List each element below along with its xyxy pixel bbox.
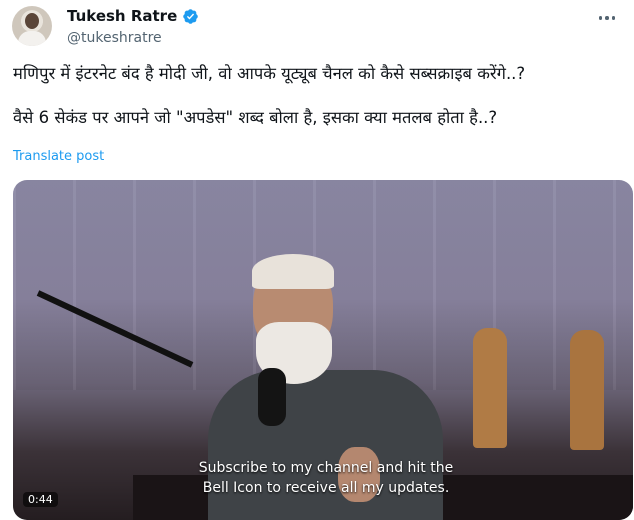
post-text-line2: वैसे 6 सेकंड पर आपने जो "अपडेस" शब्द बोल… xyxy=(13,108,498,127)
verified-badge-icon xyxy=(183,8,199,24)
statue-right xyxy=(570,330,604,450)
author-handle[interactable]: @tukeshratre xyxy=(67,30,162,46)
video-player[interactable]: Subscribe to my channel and hit the Bell… xyxy=(13,180,633,520)
subtitle-line2: Bell Icon to receive all my updates. xyxy=(202,480,450,496)
subtitle-line1: Subscribe to my channel and hit the xyxy=(198,460,454,476)
more-dot xyxy=(605,16,609,20)
video-timestamp: 0:44 xyxy=(23,492,58,507)
more-dot xyxy=(611,16,616,20)
author-name-row: Tukesh Ratre xyxy=(67,7,199,25)
avatar[interactable] xyxy=(12,6,52,46)
more-dot xyxy=(598,16,603,20)
speaker-hair xyxy=(252,254,334,289)
video-subtitle: Subscribe to my channel and hit the Bell… xyxy=(171,458,481,498)
avatar-head xyxy=(25,13,39,29)
author-display-name[interactable]: Tukesh Ratre xyxy=(67,7,177,25)
statue-left xyxy=(473,328,507,448)
post-text: मणिपुर में इंटरनेट बंद है मोदी जी, वो आप… xyxy=(13,63,623,129)
post-text-line1: मणिपुर में इंटरनेट बंद है मोदी जी, वो आप… xyxy=(13,64,526,83)
microphone xyxy=(258,368,286,426)
avatar-shirt xyxy=(18,31,46,46)
more-options-icon[interactable] xyxy=(594,10,620,26)
translate-post-link[interactable]: Translate post xyxy=(13,149,104,164)
